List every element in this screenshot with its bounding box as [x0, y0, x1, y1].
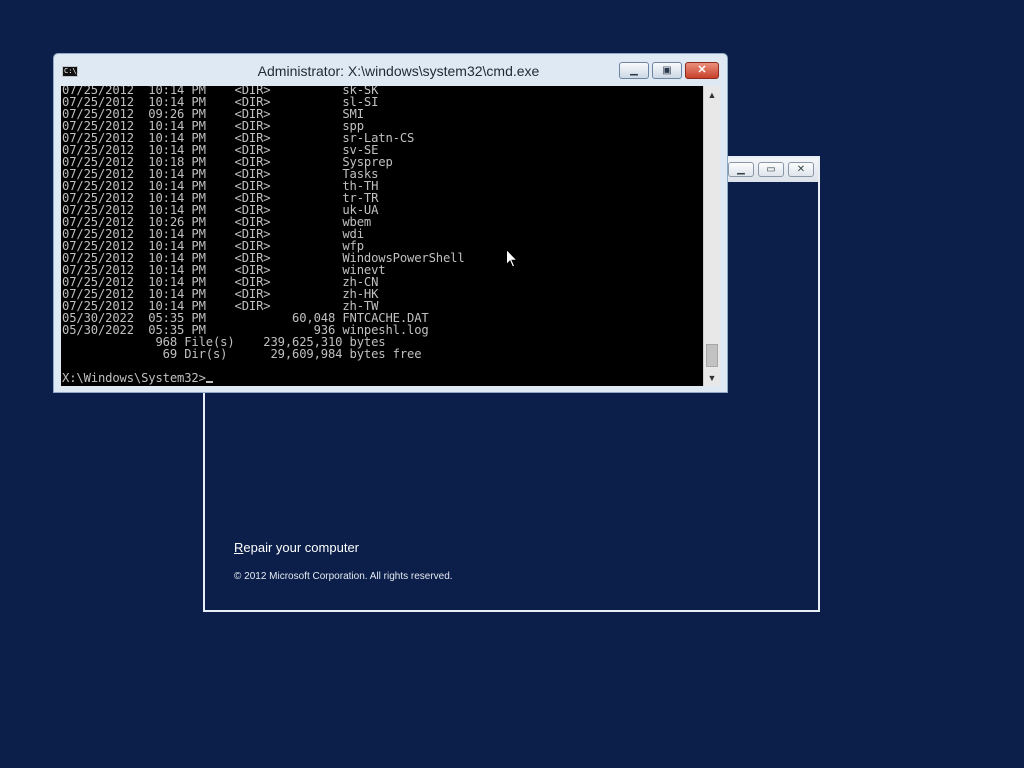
- cmd-window-controls: ▁ ▣ ✕: [619, 62, 719, 79]
- setup-maximize-button[interactable]: ▭: [758, 162, 784, 177]
- console-lines: 07/25/2012 10:14 PM <DIR> sk-SK 07/25/201…: [62, 86, 465, 372]
- cmd-window[interactable]: C:\_ Administrator: X:\windows\system32\…: [53, 53, 728, 393]
- setup-close-button[interactable]: ✕: [788, 162, 814, 177]
- cmd-titlebar[interactable]: C:\_ Administrator: X:\windows\system32\…: [54, 54, 727, 86]
- cmd-maximize-button[interactable]: ▣: [652, 62, 682, 79]
- text-cursor: [205, 381, 213, 383]
- cmd-close-button[interactable]: ✕: [685, 62, 719, 79]
- console-area[interactable]: 07/25/2012 10:14 PM <DIR> sk-SK 07/25/201…: [61, 86, 720, 386]
- scroll-up-arrow-icon[interactable]: ▲: [704, 86, 720, 103]
- scroll-down-arrow-icon[interactable]: ▼: [704, 369, 720, 386]
- console-line: 69 Dir(s) 29,609,984 bytes free: [62, 347, 422, 361]
- cmd-minimize-button[interactable]: ▁: [619, 62, 649, 79]
- console-output[interactable]: 07/25/2012 10:14 PM <DIR> sk-SK 07/25/201…: [62, 86, 465, 384]
- scrollbar-thumb[interactable]: [706, 344, 718, 367]
- command-prompt: X:\Windows\System32>: [62, 371, 206, 385]
- repair-your-computer-link[interactable]: Repair your computer: [234, 540, 359, 555]
- mouse-pointer-icon: [506, 249, 518, 268]
- vertical-scrollbar[interactable]: ▲ ▼: [703, 86, 720, 386]
- setup-window-controls: ▁ ▭ ✕: [728, 162, 814, 177]
- copyright-text: © 2012 Microsoft Corporation. All rights…: [234, 571, 453, 582]
- setup-minimize-button[interactable]: ▁: [728, 162, 754, 177]
- repair-link-text: epair your computer: [243, 540, 360, 555]
- repair-accelerator-letter: R: [234, 540, 244, 555]
- command-prompt-line[interactable]: X:\Windows\System32>: [62, 372, 465, 384]
